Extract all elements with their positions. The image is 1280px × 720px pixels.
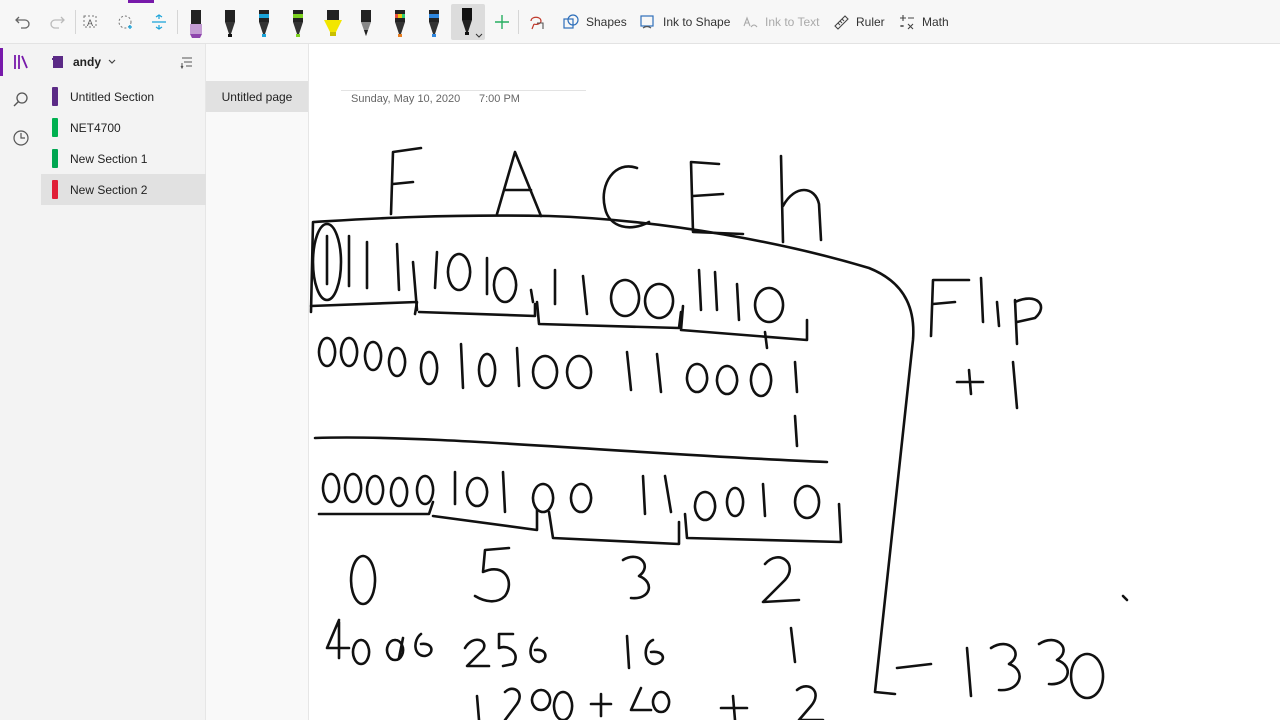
ink-to-text-icon [743, 16, 758, 28]
section-label: Untitled Section [70, 89, 155, 104]
draw-toolbar: A Shapes Ink to Shape Ink to Text Ruler … [0, 0, 1280, 44]
svg-text:A: A [87, 18, 93, 28]
notebooks-icon[interactable] [0, 44, 41, 80]
navigation-rail [0, 44, 41, 720]
pages-panel: Untitled page [206, 44, 309, 720]
yellow-highlighter-icon[interactable] [320, 6, 346, 38]
section-color-tab [52, 180, 58, 199]
redo-icon[interactable] [46, 8, 68, 36]
ruler-button[interactable]: Ruler [832, 10, 885, 34]
section-color-tab [52, 149, 58, 168]
section-color-tab [52, 87, 58, 106]
page-canvas[interactable]: Sunday, May 10, 2020 7:00 PM [309, 44, 1280, 720]
ruler-label: Ruler [856, 15, 885, 29]
math-button[interactable]: Math [898, 10, 949, 34]
notebook-name: andy [73, 55, 102, 69]
math-label: Math [922, 15, 949, 29]
shapes-icon [563, 14, 579, 29]
search-icon[interactable] [0, 82, 41, 118]
recent-clock-icon[interactable] [0, 120, 41, 156]
section-item[interactable]: NET4700 [41, 112, 206, 143]
math-icon [900, 15, 914, 30]
section-item-selected[interactable]: New Section 2 [41, 174, 206, 205]
ink-to-text-label: Ink to Text [765, 15, 820, 29]
eraser-icon[interactable] [114, 8, 136, 36]
notebook-icon [52, 56, 63, 68]
section-item[interactable]: Untitled Section [41, 81, 206, 112]
section-item[interactable]: New Section 1 [41, 143, 206, 174]
ink-to-shape-label: Ink to Shape [663, 15, 731, 29]
page-label: Untitled page [221, 89, 293, 104]
chevron-down-icon [108, 59, 116, 64]
purple-highlighter-pen-icon[interactable] [184, 6, 208, 38]
pencil-icon[interactable] [354, 6, 378, 38]
black-pen-icon[interactable] [218, 6, 242, 38]
selected-black-pen-icon[interactable] [451, 4, 485, 40]
handwritten-ink-drawing [309, 146, 1129, 720]
page-item-selected[interactable]: Untitled page [206, 81, 308, 112]
ink-to-text-button[interactable]: Ink to Text [741, 10, 819, 34]
add-space-icon[interactable] [148, 8, 170, 36]
ink-to-shape-button[interactable]: Ink to Shape [639, 10, 730, 34]
undo-icon[interactable] [12, 8, 34, 36]
sections-panel: andy Untitled Section NET4700 New Sectio… [41, 44, 206, 720]
cyan-pen-icon[interactable] [252, 6, 276, 38]
ink-to-shape-icon [640, 15, 654, 29]
green-pen-icon[interactable] [286, 6, 310, 38]
blue-pen-icon[interactable] [422, 6, 446, 38]
notebook-switcher[interactable]: andy [41, 44, 206, 80]
ruler-icon [834, 15, 849, 30]
active-tab-indicator [128, 0, 154, 3]
section-label: New Section 1 [70, 151, 148, 166]
shapes-label: Shapes [586, 15, 627, 29]
section-color-tab [52, 118, 58, 137]
section-label: New Section 2 [70, 182, 148, 197]
shapes-button[interactable]: Shapes [562, 10, 627, 34]
section-label: NET4700 [70, 120, 121, 135]
sort-icon[interactable] [180, 55, 194, 69]
plus-icon[interactable] [491, 8, 513, 36]
rainbow-pen-icon[interactable] [388, 6, 412, 38]
lasso-select-icon[interactable]: A [80, 8, 102, 36]
lasso-icon[interactable] [524, 8, 548, 36]
